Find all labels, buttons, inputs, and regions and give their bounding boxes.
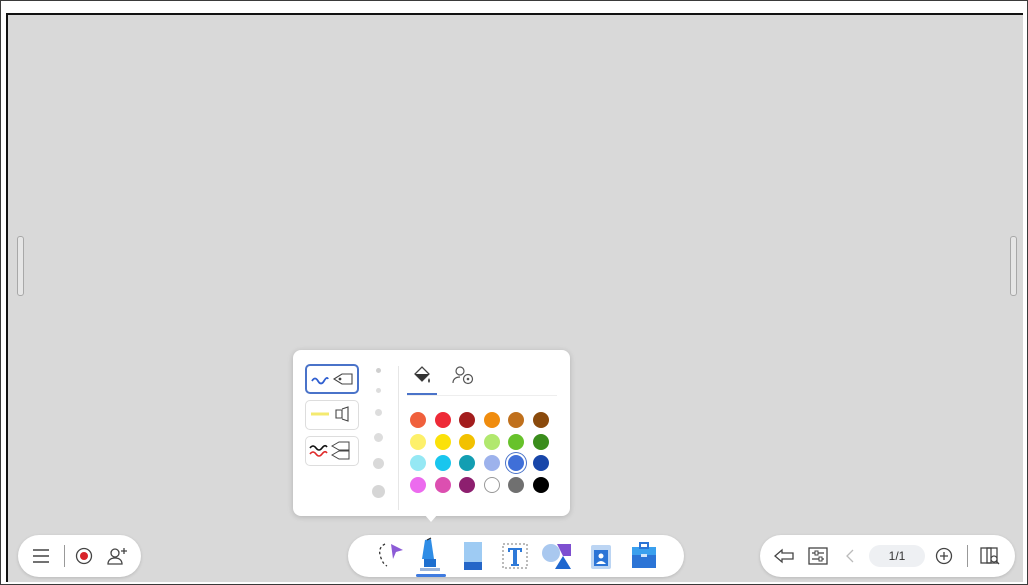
insert-image-icon[interactable] — [584, 539, 618, 573]
color-swatch[interactable] — [410, 412, 426, 428]
color-swatch[interactable] — [532, 476, 549, 493]
color-swatch[interactable] — [434, 433, 451, 450]
add-user-icon[interactable] — [106, 544, 130, 568]
color-swatch[interactable] — [508, 412, 524, 428]
color-swatch[interactable] — [410, 433, 426, 450]
eraser-icon[interactable] — [456, 539, 490, 573]
popup-pointer — [424, 514, 438, 522]
color-swatch[interactable] — [434, 412, 451, 428]
shapes-tool-icon[interactable] — [540, 539, 576, 573]
color-swatch[interactable] — [508, 455, 524, 471]
color-swatch[interactable] — [459, 412, 475, 428]
size-option-3[interactable] — [375, 409, 382, 416]
color-swatch[interactable] — [483, 476, 500, 493]
back-arrow-icon[interactable] — [772, 545, 796, 567]
record-icon[interactable] — [73, 545, 95, 567]
size-option-2[interactable] — [376, 388, 381, 393]
color-swatch[interactable] — [459, 455, 475, 471]
color-swatch[interactable] — [508, 476, 524, 493]
toolbar-divider — [64, 545, 65, 567]
toolbar-divider — [967, 545, 968, 567]
color-swatch[interactable] — [483, 433, 500, 450]
size-option-1[interactable] — [376, 368, 381, 373]
color-swatch[interactable] — [434, 455, 451, 471]
highlighter-option[interactable] — [305, 400, 359, 430]
prev-page-icon[interactable] — [842, 545, 858, 567]
page-indicator[interactable]: 1/1 — [869, 545, 925, 567]
color-swatch[interactable] — [508, 433, 524, 450]
color-swatch[interactable] — [410, 476, 426, 493]
pen-settings-popup — [293, 350, 570, 516]
tab-custom-color[interactable] — [451, 364, 475, 391]
color-swatch[interactable] — [459, 476, 475, 493]
color-swatch[interactable] — [483, 455, 500, 471]
toolbox-icon[interactable] — [626, 539, 662, 573]
menu-icon[interactable] — [30, 545, 52, 567]
page-preview-icon[interactable] — [978, 544, 1002, 568]
color-swatch[interactable] — [434, 476, 451, 493]
right-drawer-handle[interactable] — [1010, 236, 1017, 296]
page-settings-icon[interactable] — [806, 545, 830, 567]
color-swatch[interactable] — [410, 455, 426, 471]
active-tool-indicator — [416, 574, 446, 577]
center-toolbar — [348, 535, 684, 577]
color-swatch[interactable] — [483, 412, 500, 428]
color-swatch[interactable] — [459, 433, 475, 450]
color-swatch[interactable] — [532, 433, 549, 450]
size-option-6[interactable] — [372, 485, 385, 498]
add-page-icon[interactable] — [933, 545, 955, 567]
size-option-4[interactable] — [374, 433, 383, 442]
pen-tool-icon[interactable] — [412, 535, 446, 575]
size-option-5[interactable] — [373, 458, 384, 469]
text-tool-icon[interactable] — [498, 539, 532, 573]
right-toolbar: 1/1 — [760, 535, 1015, 577]
lasso-select-icon[interactable] — [374, 539, 408, 573]
user-palette-icon — [452, 366, 474, 385]
color-swatch[interactable] — [532, 412, 549, 428]
left-toolbar — [18, 535, 141, 577]
tab-fill-color[interactable] — [411, 364, 433, 391]
tab-baseline — [407, 395, 557, 396]
multicolor-pen-option[interactable] — [305, 436, 359, 466]
fountain-pen-option[interactable] — [305, 364, 359, 394]
paint-bucket-icon — [414, 366, 430, 383]
color-swatch[interactable] — [532, 455, 549, 471]
popup-divider — [398, 366, 399, 510]
left-drawer-handle[interactable] — [17, 236, 24, 296]
